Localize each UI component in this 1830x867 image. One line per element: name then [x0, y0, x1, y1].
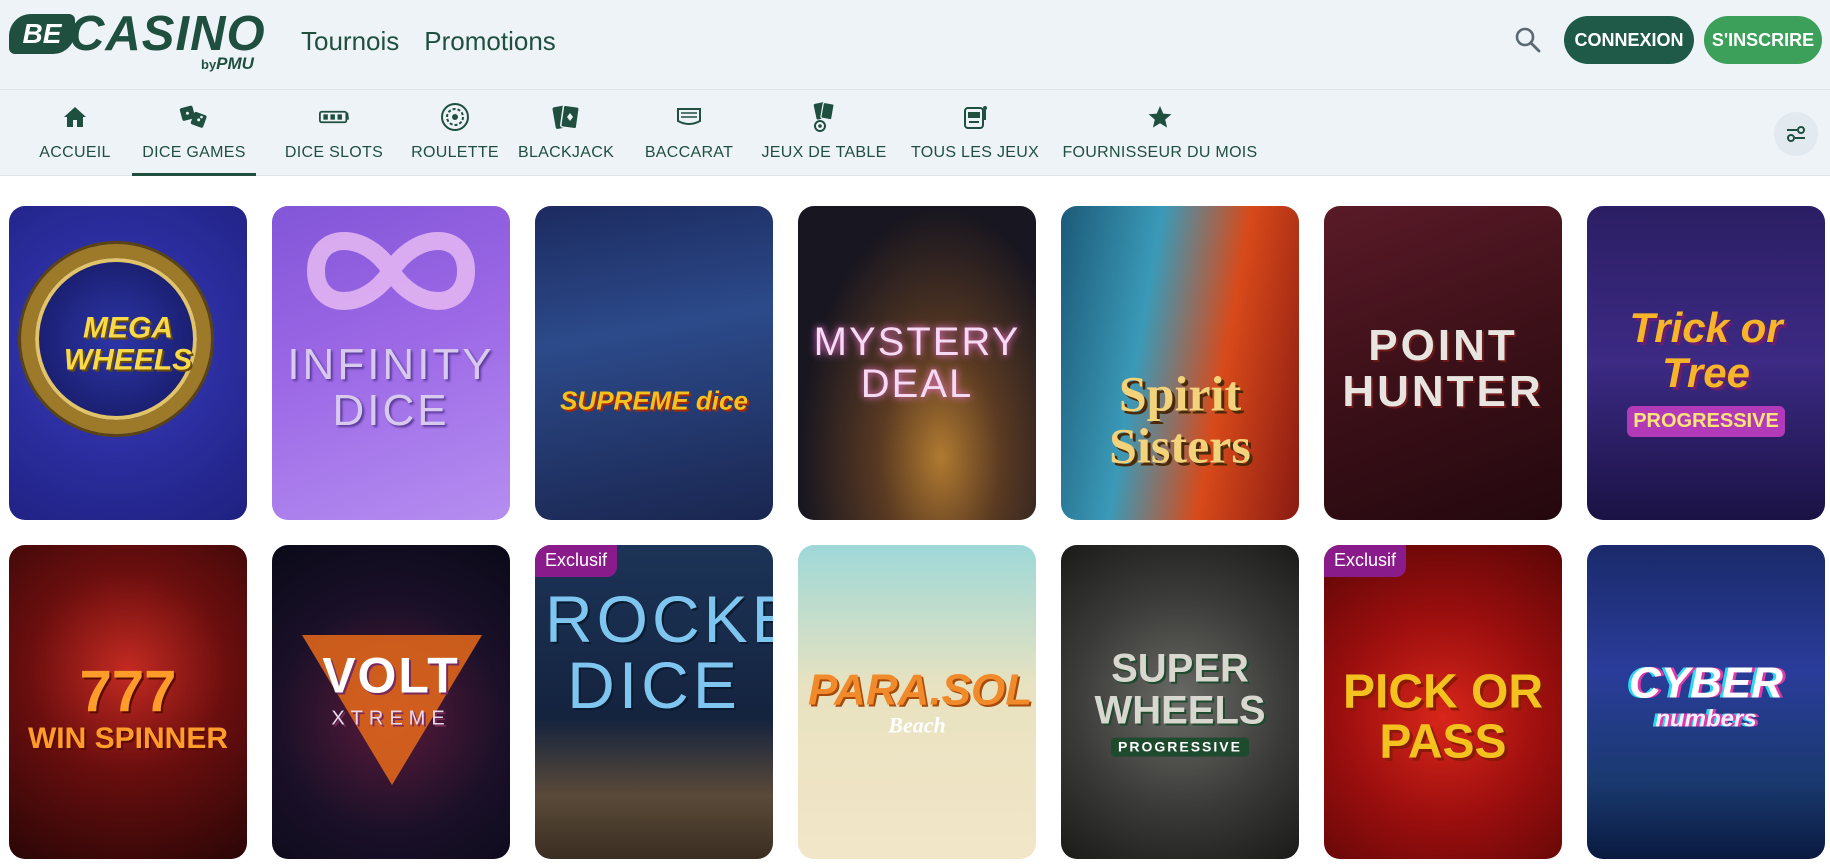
logo-by-pmu: byPMU [201, 54, 254, 73]
category-tous-les-jeux[interactable]: TOUS LES JEUX [911, 90, 1039, 176]
category-label: BACCARAT [644, 144, 734, 161]
category-roulette[interactable]: ROULETTE [405, 90, 505, 176]
site-header: BE CASINO byPMU Tournois Promotions CONN… [0, 0, 1830, 90]
game-title: PARA.SOL Beach [808, 665, 1033, 738]
game-tile-supreme-dice[interactable]: SUPREME dice [535, 206, 773, 520]
nav-tournois-link[interactable]: Tournois [301, 26, 399, 56]
category-label: DICE SLOTS [284, 144, 384, 161]
category-label: ROULETTE [411, 144, 499, 161]
game-title: PICK OR PASS [1342, 665, 1543, 769]
game-title: ROCKET DICE [545, 581, 773, 722]
exclusive-badge: Exclusif [535, 545, 618, 577]
slot-reels-icon [319, 102, 349, 132]
star-icon [1145, 102, 1175, 132]
game-title: Trick or Tree [1629, 304, 1783, 396]
category-baccarat[interactable]: BACCARAT [644, 90, 734, 176]
game-tile-mystery-deal[interactable]: MYSTERY DEAL [798, 206, 1036, 520]
search-button[interactable] [1512, 24, 1544, 56]
game-tile-pick-or-pass[interactable]: PICK OR PASS Exclusif [1324, 545, 1562, 859]
game-tile-cyber-numbers[interactable]: CYBER numbers [1587, 545, 1825, 859]
filter-button[interactable] [1774, 112, 1818, 156]
signup-button[interactable]: S'INSCRIRE [1704, 16, 1822, 64]
filter-sliders-icon [1787, 126, 1805, 142]
category-label: JEUX DE TABLE [761, 144, 887, 161]
game-title: CYBER numbers [1628, 658, 1784, 733]
category-label: DICE GAMES [142, 144, 246, 161]
game-title: SUPER WHEELS PROGRESSIVE [1094, 646, 1266, 757]
game-title: POINT HUNTER [1342, 321, 1544, 417]
game-tile-volt-xtreme[interactable]: VOLT XTREME [272, 545, 510, 859]
baccarat-table-icon [674, 102, 704, 132]
category-label: FOURNISSEUR DU MOIS [1062, 144, 1258, 161]
game-title: MEGA WHEELS [63, 311, 193, 377]
logo-casino-text: CASINO [69, 7, 266, 61]
infinity-symbol-icon [306, 232, 476, 310]
game-tile-mega-wheels[interactable]: MEGA WHEELS [9, 206, 247, 520]
cards-icon [551, 102, 581, 132]
exclusive-badge: Exclusif [1324, 545, 1407, 577]
category-label: BLACKJACK [517, 144, 615, 161]
game-title: INFINITY DICE [287, 339, 495, 436]
game-tile-777-win-spinner[interactable]: 777 WIN SPINNER [9, 545, 247, 859]
dice-icon [179, 102, 209, 132]
category-label: TOUS LES JEUX [910, 144, 1040, 161]
roulette-wheel-icon [440, 102, 470, 132]
table-cards-icon [809, 101, 839, 132]
top-nav: Tournois Promotions [301, 26, 556, 56]
category-blackjack[interactable]: BLACKJACK [517, 90, 615, 176]
game-tile-trick-or-tree[interactable]: Trick or Tree PROGRESSIVE [1587, 206, 1825, 520]
game-title: SUPREME dice [560, 385, 748, 416]
game-title: Spirit Sisters [1109, 365, 1251, 474]
game-title: VOLT XTREME [322, 647, 460, 730]
becasino-logo[interactable]: BE CASINO byPMU [9, 7, 266, 74]
category-accueil[interactable]: ACCUEIL [39, 90, 111, 176]
logo-be-mark: BE [9, 14, 75, 54]
category-dice-games[interactable]: DICE GAMES [132, 90, 256, 176]
game-tile-parasol-beach[interactable]: PARA.SOL Beach [798, 545, 1036, 859]
game-title: MYSTERY DEAL [813, 320, 1021, 406]
game-tile-point-hunter[interactable]: POINT HUNTER [1324, 206, 1562, 520]
category-bar: ACCUEIL DICE GAMES DICE SLOTS ROULETTE B… [0, 90, 1830, 176]
home-icon [60, 102, 90, 132]
nav-promotions-link[interactable]: Promotions [424, 26, 556, 56]
game-tile-rocket-dice[interactable]: ROCKET DICE Exclusif [535, 545, 773, 859]
category-fournisseur-du-mois[interactable]: FOURNISSEUR DU MOIS [1062, 90, 1257, 176]
game-tile-spirit-sisters[interactable]: Spirit Sisters [1061, 206, 1299, 520]
category-label: ACCUEIL [39, 144, 111, 161]
login-button[interactable]: CONNEXION [1564, 16, 1694, 64]
category-jeux-de-table[interactable]: JEUX DE TABLE [761, 90, 886, 176]
search-icon [1515, 27, 1541, 53]
game-subtitle: PROGRESSIVE [1627, 406, 1785, 437]
game-tile-super-wheels[interactable]: SUPER WHEELS PROGRESSIVE [1061, 545, 1299, 859]
category-dice-slots[interactable]: DICE SLOTS [279, 90, 389, 176]
slot-machine-icon [960, 102, 990, 132]
game-title: 777 WIN SPINNER [27, 659, 228, 755]
game-tile-infinity-dice[interactable]: INFINITY DICE [272, 206, 510, 520]
